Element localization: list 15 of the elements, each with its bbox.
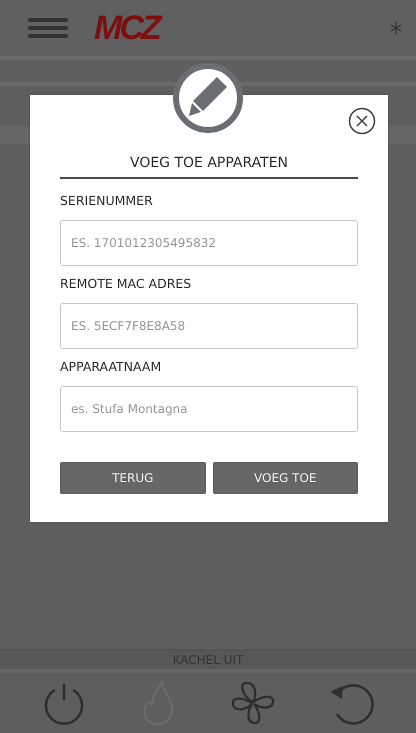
brand-logo: MCZ <box>94 8 159 48</box>
input-field[interactable]: ES. 1701012305495832 <box>60 220 358 266</box>
dialog-title: VOEG TOE APPARATEN <box>60 155 358 179</box>
menu-icon[interactable] <box>28 17 68 39</box>
field-label: REMOTE MAC ADRES <box>60 276 192 291</box>
add-button[interactable]: VOEG TOE <box>212 462 358 494</box>
stove-control-button[interactable] <box>230 680 276 726</box>
input-field[interactable]: ES. 5ECF7F8E8A58 <box>60 303 358 349</box>
fan-icon <box>230 680 276 726</box>
field-label: APPARAATNAAM <box>60 359 162 374</box>
back-button[interactable]: TERUG <box>60 462 206 494</box>
field-label: SERIENUMMER <box>60 193 154 208</box>
input-field[interactable]: es. Stufa Montagna <box>60 386 358 432</box>
close-button[interactable] <box>348 107 376 135</box>
snowflake-icon <box>390 22 402 34</box>
